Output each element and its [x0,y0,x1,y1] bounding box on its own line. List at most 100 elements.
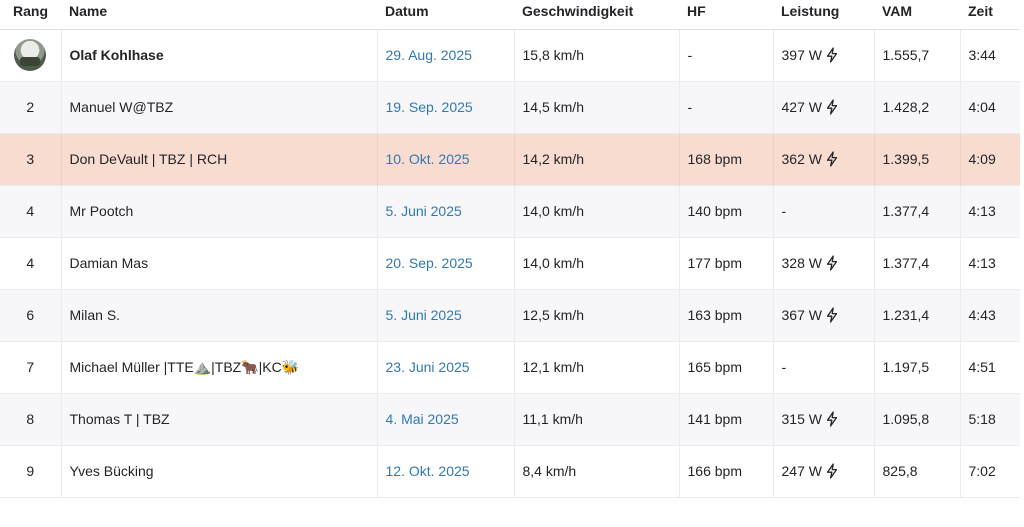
heart-rate-cell: - [679,29,774,81]
col-header-rank[interactable]: Rang [0,0,61,30]
heart-rate-cell: 165 bpm [679,341,774,393]
power-cell: 397 W [773,29,875,81]
rank-value: 2 [26,99,35,115]
lightning-bolt-icon [825,151,839,167]
power-value: 328 W [781,255,822,271]
power-value: 427 W [781,99,822,115]
vam-cell: 1.095,8 [874,393,961,445]
table-header: Rang Name Datum Geschwindigkeit HF Leist… [0,0,1020,30]
athlete-name[interactable]: Thomas T | TBZ [61,393,378,445]
power-value: 362 W [781,151,822,167]
header-row: Rang Name Datum Geschwindigkeit HF Leist… [0,0,1020,30]
activity-date-link[interactable]: 10. Okt. 2025 [386,151,470,167]
heart-rate-cell: 140 bpm [679,185,774,237]
heart-rate-cell: 177 bpm [679,237,774,289]
power-value: 367 W [781,307,822,323]
col-header-speed[interactable]: Geschwindigkeit [514,0,679,30]
rank-value: 7 [26,359,35,375]
speed-cell: 14,0 km/h [514,237,680,289]
heart-rate-cell: 166 bpm [679,445,774,497]
vam-cell: 1.555,7 [874,29,961,81]
power-value: 247 W [781,463,822,479]
heart-rate-cell: 163 bpm [679,289,774,341]
rank-cell: 2 [0,81,62,133]
avatar[interactable] [14,39,47,71]
time-cell: 7:02 [968,463,996,479]
power-cell: - [773,185,875,237]
time-cell: 4:13 [968,255,996,271]
speed-cell: 15,8 km/h [514,29,680,81]
heart-rate-cell: 168 bpm [679,133,774,185]
activity-date-link[interactable]: 4. Mai 2025 [386,411,459,427]
time-cell: 4:43 [968,307,996,323]
athlete-name[interactable]: Yves Bücking [61,445,378,497]
rank-value: 3 [26,151,35,167]
speed-cell: 14,0 km/h [514,185,680,237]
power-value: - [781,359,787,375]
rank-value: 9 [26,463,35,479]
time-cell: 4:04 [968,99,996,115]
col-header-power[interactable]: Leistung [773,0,874,30]
table-body: Olaf Kohlhase 29. Aug. 2025 15,8 km/h - … [0,29,1020,497]
power-cell: 362 W [773,133,875,185]
activity-date-link[interactable]: 12. Okt. 2025 [386,463,470,479]
table-row: Olaf Kohlhase 29. Aug. 2025 15,8 km/h - … [0,29,1020,81]
power-cell: - [773,341,875,393]
rank-cell: 4 [0,237,62,289]
col-header-date[interactable]: Datum [377,0,514,30]
vam-cell: 1.399,5 [874,133,961,185]
leaderboard-table: Rang Name Datum Geschwindigkeit HF Leist… [0,0,1020,498]
athlete-name[interactable]: Mr Pootch [61,185,378,237]
date-cell: 23. Juni 2025 [377,341,515,393]
table-row: 2 Manuel W@TBZ 19. Sep. 2025 14,5 km/h -… [0,81,1020,133]
athlete-name[interactable]: Don DeVault | TBZ | RCH [61,133,378,185]
athlete-name[interactable]: Olaf Kohlhase [61,29,378,81]
lightning-bolt-icon [825,411,839,427]
athlete-name[interactable]: Damian Mas [61,237,378,289]
rank-value: 8 [26,411,35,427]
date-cell: 10. Okt. 2025 [377,133,515,185]
heart-rate-cell: - [679,81,774,133]
speed-cell: 14,5 km/h [514,81,680,133]
speed-cell: 14,2 km/h [514,133,680,185]
date-cell: 12. Okt. 2025 [377,445,515,497]
power-value: - [781,203,787,219]
activity-date-link[interactable]: 20. Sep. 2025 [386,255,473,271]
date-cell: 20. Sep. 2025 [377,237,515,289]
vam-cell: 1.231,4 [874,289,961,341]
rank-cell: 6 [0,289,62,341]
activity-date-link[interactable]: 5. Juni 2025 [386,203,462,219]
athlete-name[interactable]: Michael Müller |TTE⛰️|TBZ🐂|KC🐝 [61,341,378,393]
athlete-name[interactable]: Milan S. [61,289,378,341]
table-row: 7 Michael Müller |TTE⛰️|TBZ🐂|KC🐝 23. Jun… [0,341,1020,393]
activity-date-link[interactable]: 29. Aug. 2025 [386,47,472,63]
time-cell: 3:44 [968,47,996,63]
athlete-name[interactable]: Manuel W@TBZ [61,81,378,133]
activity-date-link[interactable]: 19. Sep. 2025 [386,99,473,115]
col-header-time[interactable]: Zeit [960,0,1020,30]
col-header-hr[interactable]: HF [679,0,773,30]
vam-cell: 1.377,4 [874,237,961,289]
power-cell: 427 W [773,81,875,133]
vam-cell: 825,8 [874,445,961,497]
rank-value: 4 [26,255,35,271]
table-row: 8 Thomas T | TBZ 4. Mai 2025 11,1 km/h 1… [0,393,1020,445]
date-cell: 5. Juni 2025 [377,289,515,341]
activity-date-link[interactable]: 23. Juni 2025 [386,359,470,375]
col-header-name[interactable]: Name [61,0,377,30]
date-cell: 5. Juni 2025 [377,185,515,237]
lightning-bolt-icon [825,47,839,63]
power-value: 315 W [781,411,822,427]
lightning-bolt-icon [825,255,839,271]
time-cell: 4:13 [968,203,996,219]
activity-date-link[interactable]: 5. Juni 2025 [386,307,462,323]
speed-cell: 8,4 km/h [514,445,680,497]
speed-cell: 12,5 km/h [514,289,680,341]
table-row: 4 Mr Pootch 5. Juni 2025 14,0 km/h 140 b… [0,185,1020,237]
leaderboard: Rang Name Datum Geschwindigkeit HF Leist… [0,0,1020,498]
time-cell: 5:18 [968,411,996,427]
rank-cell: 8 [0,393,62,445]
table-row: 3 Don DeVault | TBZ | RCH 10. Okt. 2025 … [0,133,1020,185]
rank-cell: 4 [0,185,62,237]
col-header-vam[interactable]: VAM [874,0,960,30]
